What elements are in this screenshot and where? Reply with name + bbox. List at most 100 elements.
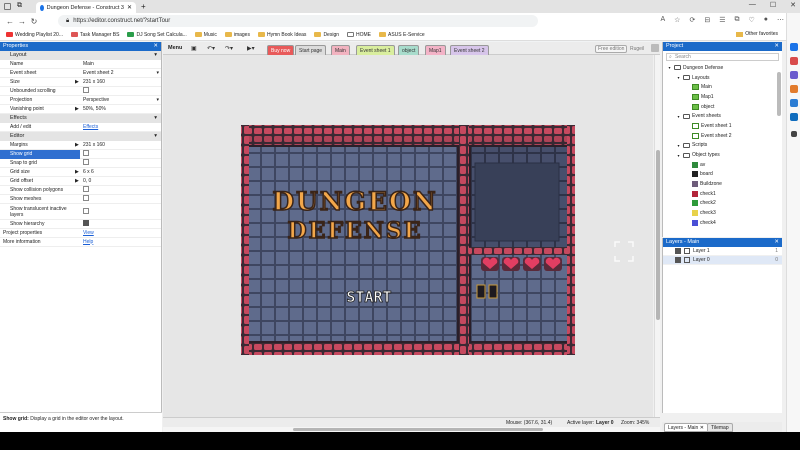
tree-item[interactable]: Event sheet 2 [663,131,782,141]
start-button[interactable]: START [346,288,392,307]
scroll-thumb[interactable] [656,150,660,320]
show-meshes-checkbox[interactable] [83,195,89,202]
favorite-star-icon[interactable]: ☆ [674,16,680,24]
tree-item[interactable]: check4 [663,218,782,228]
read-aloud-icon[interactable]: A [661,16,666,24]
layer-visible-checkbox[interactable] [675,248,681,254]
menu-button[interactable]: Menu [168,45,182,51]
tab-object[interactable]: object [398,45,420,55]
close-icon[interactable]: ✕ [153,42,158,51]
chevron-down-icon[interactable]: ▾ [676,114,681,119]
bookmark-item[interactable]: DJ Song Set Calcula... [127,32,187,38]
layer-visible-checkbox[interactable] [675,257,681,263]
tree-item[interactable]: ▾ Object types [663,150,782,160]
expand-arrow-icon[interactable]: ▶ [75,169,79,175]
chevron-down-icon[interactable]: ▾ [676,75,681,80]
collections-icon[interactable]: ⧉ [734,16,739,24]
expand-arrow-icon[interactable]: ▶ [75,106,79,112]
show-hierarchy-checkbox[interactable] [83,220,89,227]
vertical-scrollbar[interactable] [654,55,660,417]
close-button[interactable]: ✕ [790,1,796,9]
redo-icon[interactable]: ↷▾ [225,45,233,52]
tree-item[interactable]: ▾ Layouts [663,73,782,83]
tab-tilemap[interactable]: Tilemap [707,423,733,432]
tools-icon[interactable] [789,71,798,79]
lock-icon[interactable] [684,257,690,263]
favorites-icon[interactable]: ☰ [719,16,725,24]
event-sheet-select[interactable]: Event sheet 2 ▾ [80,69,161,78]
grid-offset-field[interactable]: 0, 0 [80,177,161,186]
browser-tab[interactable]: Dungeon Defense - Construct 3 ✕ [36,2,136,13]
tree-item[interactable]: board [663,170,782,180]
back-icon[interactable]: ← [4,17,16,26]
chevron-down-icon[interactable]: ▾ [667,65,672,70]
tab-layers[interactable]: Layers - Main ✕ [664,423,708,432]
name-field[interactable]: Main [80,60,161,69]
free-edition-badge[interactable]: Free edition [595,45,628,53]
tree-item[interactable]: ▾ Event sheets [663,111,782,121]
tab-event-sheet-1[interactable]: Event sheet 1 [356,45,395,55]
split-screen-icon[interactable]: ⊟ [704,16,710,24]
grid-size-field[interactable]: 6 x 6 [80,168,161,177]
bookmark-item[interactable]: ASUS E-Service [379,32,425,38]
tree-item[interactable]: av [663,160,782,170]
show-grid-checkbox[interactable] [83,150,89,157]
margins-field[interactable]: 231 x 160 [80,141,161,150]
bookmark-item[interactable]: Music [194,32,217,38]
save-icon[interactable]: ▣ [191,45,197,52]
translucent-layers-checkbox[interactable] [83,208,89,215]
unbounded-scrolling-checkbox[interactable] [83,87,89,94]
project-scrollbar[interactable] [777,72,781,116]
tree-item[interactable]: check3 [663,208,782,218]
outlook-icon[interactable] [789,113,798,121]
collision-polygons-checkbox[interactable] [83,186,89,193]
expand-arrow-icon[interactable]: ▶ [75,178,79,184]
effects-link[interactable]: Effects [83,124,98,130]
close-icon[interactable]: ✕ [700,425,704,431]
bookmark-item[interactable]: HOME [347,32,371,38]
lock-icon[interactable] [684,248,690,254]
fullscreen-icon[interactable] [614,241,634,262]
refresh-icon[interactable]: ↻ [28,17,40,26]
layer-row-selected[interactable]: Layer 0 0 [663,256,782,265]
view-link[interactable]: View [83,230,94,236]
undo-icon[interactable]: ↶▾ [207,45,215,52]
play-icon[interactable]: ▶▾ [247,45,255,52]
bookmark-item[interactable]: Design [314,32,339,38]
tab-main[interactable]: Main [331,45,350,55]
new-tab-button[interactable]: + [141,2,146,11]
chevron-down-icon[interactable]: ▾ [676,153,681,158]
tree-item[interactable]: object [663,102,782,112]
scroll-thumb[interactable] [293,428,543,431]
tree-item[interactable]: Main [663,82,782,92]
bookmark-item[interactable]: images [224,32,250,38]
account-icon[interactable] [651,44,659,52]
tree-item[interactable]: Map1 [663,92,782,102]
close-icon[interactable]: ✕ [774,238,779,247]
url-field[interactable]: 🔒︎ https://editor.construct.net/?startTo… [58,15,538,27]
tree-item[interactable]: Event sheet 1 [663,121,782,131]
bookmark-item[interactable]: Hymn Book Ideas [257,32,306,38]
close-tab-icon[interactable]: ✕ [127,4,132,11]
size-field[interactable]: 231 x 160 [80,78,161,87]
browser-essentials-icon[interactable]: ♡ [748,16,754,24]
forward-icon[interactable]: → [16,17,28,26]
chevron-down-icon[interactable]: ▾ [676,143,681,148]
tree-item[interactable]: ▾ Scripts [663,141,782,151]
tree-item[interactable]: ▾ Dungeon Defense [663,63,782,73]
bookmark-item[interactable]: Wedding Playlist 20... [6,32,63,38]
layout-canvas[interactable]: DUNGEON DEFENSE START [163,55,653,417]
layer-row[interactable]: Layer 1 1 [663,247,782,256]
tree-item[interactable]: check2 [663,199,782,209]
project-search-input[interactable]: ⌕ Search [666,53,779,61]
tree-item[interactable]: Buildzone [663,179,782,189]
games-icon[interactable] [789,85,798,93]
tab-event-sheet-2[interactable]: Event sheet 2 [450,45,489,55]
add-sidebar-icon[interactable] [790,131,797,137]
snap-to-grid-checkbox[interactable] [83,159,89,166]
projection-select[interactable]: Perspective ▾ [80,96,161,105]
maximize-button[interactable]: ☐ [770,1,776,9]
bookmark-item[interactable]: Task Manager BS [71,32,119,38]
more-menu-icon[interactable]: ⋯ [777,16,784,24]
search-sidebar-icon[interactable] [789,43,798,51]
